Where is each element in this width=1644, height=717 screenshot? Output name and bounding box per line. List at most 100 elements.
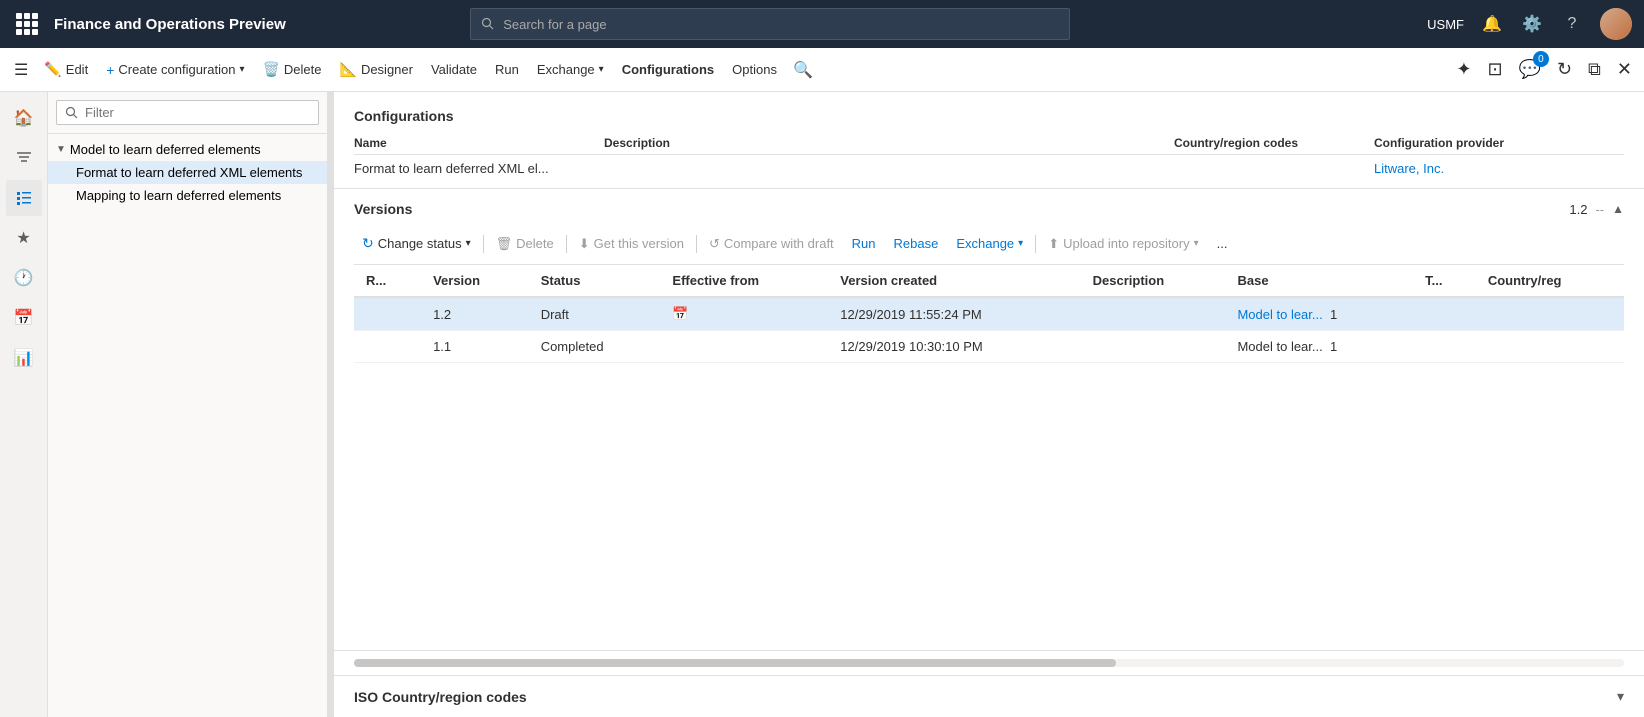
delete-button[interactable]: 🗑️ Delete <box>254 57 329 82</box>
search-icon <box>481 17 495 31</box>
close-button[interactable]: ✕ <box>1613 55 1636 84</box>
settings-gear-icon[interactable]: ⚙️ <box>1520 12 1544 36</box>
upload-chevron-icon: ▾ <box>1194 238 1199 249</box>
tree-selected-label: Format to learn deferred XML elements <box>76 165 319 180</box>
get-version-button[interactable]: ⬇ Get this version <box>571 232 692 256</box>
main-layout: 🏠 ★ 🕐 📅 📊 <box>0 92 1644 717</box>
versions-header: Versions 1.2 -- ▲ <box>354 201 1624 217</box>
vtb-separator-4 <box>1035 235 1036 253</box>
col-version-created: Version created <box>828 265 1080 297</box>
change-status-button[interactable]: ↻ Change status ▾ <box>354 231 479 256</box>
cell-status-2: Completed <box>529 331 661 363</box>
exchange-button[interactable]: Exchange ▾ <box>529 58 612 81</box>
list-icon-button[interactable] <box>6 180 42 216</box>
tree-child-item[interactable]: Mapping to learn deferred elements <box>48 184 327 207</box>
calendar-cell-icon[interactable]: 📅 <box>672 306 688 321</box>
avatar-image <box>1600 8 1632 40</box>
view-button[interactable]: ⊡ <box>1483 55 1506 84</box>
edit-button[interactable]: ✏️ Edit <box>36 57 96 82</box>
version-dash: -- <box>1595 202 1604 217</box>
create-config-chevron-icon: ▾ <box>239 64 244 75</box>
app-title: Finance and Operations Preview <box>54 16 286 33</box>
versions-run-button[interactable]: Run <box>844 232 884 255</box>
description-field-header: Description <box>604 136 1174 155</box>
validate-button[interactable]: Validate <box>423 58 485 81</box>
col-r: R... <box>354 265 421 297</box>
tree-root-chevron-icon: ▼ <box>56 144 66 155</box>
table-row[interactable]: 1.2 Draft 📅 12/29/2019 11:55:24 PM Model… <box>354 297 1624 331</box>
grid-icon <box>16 13 38 35</box>
vtb-separator-3 <box>696 235 697 253</box>
cell-created-1: 12/29/2019 11:55:24 PM <box>828 297 1080 331</box>
cell-t-1 <box>1413 297 1476 331</box>
col-status: Status <box>529 265 661 297</box>
change-status-chevron-icon: ▾ <box>466 238 471 249</box>
cell-created-2: 12/29/2019 10:30:10 PM <box>828 331 1080 363</box>
avatar[interactable] <box>1600 8 1632 40</box>
filter-area <box>48 92 327 134</box>
configurations-button[interactable]: Configurations <box>614 58 722 81</box>
versions-collapse-icon[interactable]: ▲ <box>1612 202 1624 216</box>
run-button[interactable]: Run <box>487 58 527 81</box>
calendar-icon-button[interactable]: 📅 <box>6 300 42 336</box>
star-sidebar-icon-button[interactable]: ★ <box>6 220 42 256</box>
scroll-track[interactable] <box>354 659 1624 667</box>
col-country: Country/reg <box>1476 265 1624 297</box>
star-button[interactable]: ✦ <box>1452 55 1475 84</box>
designer-button[interactable]: 📐 Designer <box>332 57 421 82</box>
versions-delete-button[interactable]: 🗑 Delete <box>488 232 562 256</box>
help-question-icon[interactable]: ? <box>1560 12 1584 36</box>
versions-toolbar: ↻ Change status ▾ 🗑 Delete ⬇ Get this ve… <box>354 227 1624 265</box>
filter-icon-button[interactable] <box>6 140 42 176</box>
provider-field-value[interactable]: Litware, Inc. <box>1374 155 1624 176</box>
left-panel: ▼ Model to learn deferred elements Forma… <box>48 92 328 717</box>
tree-root-label: Model to learn deferred elements <box>70 142 319 157</box>
tree-root-item[interactable]: ▼ Model to learn deferred elements <box>48 138 327 161</box>
horizontal-scrollbar <box>334 650 1644 675</box>
base-num-1: 1 <box>1330 307 1337 322</box>
search-bar[interactable]: Search for a page <box>470 8 1070 40</box>
versions-exchange-button[interactable]: Exchange ▾ <box>948 232 1031 255</box>
iso-section[interactable]: ISO Country/region codes ▾ <box>334 675 1644 717</box>
clock-icon-button[interactable]: 🕐 <box>6 260 42 296</box>
base-link-1[interactable]: Model to lear... <box>1237 307 1322 322</box>
cell-effective-2 <box>660 331 828 363</box>
refresh-button[interactable]: ↻ <box>1553 55 1576 84</box>
top-nav-right: USMF 🔔 ⚙️ ? <box>1427 8 1632 40</box>
col-base: Base <box>1225 265 1413 297</box>
cell-effective-1: 📅 <box>660 297 828 331</box>
hamburger-button[interactable]: ☰ <box>8 56 34 84</box>
rebase-button[interactable]: Rebase <box>886 232 947 255</box>
col-effective-from: Effective from <box>660 265 828 297</box>
designer-icon: 📐 <box>340 61 357 78</box>
search-toolbar-icon: 🔍 <box>793 60 813 80</box>
create-configuration-button[interactable]: + Create configuration ▾ <box>98 58 252 82</box>
col-version: Version <box>421 265 529 297</box>
tree-child-label: Mapping to learn deferred elements <box>76 188 319 203</box>
configurations-title: Configurations <box>354 108 1624 124</box>
notification-bell-icon[interactable]: 🔔 <box>1480 12 1504 36</box>
home-icon-button[interactable]: 🏠 <box>6 100 42 136</box>
options-button[interactable]: Options <box>724 58 785 81</box>
hamburger-menu-button[interactable] <box>12 9 42 39</box>
more-options-button[interactable]: ... <box>1209 232 1236 255</box>
iso-title: ISO Country/region codes <box>354 689 527 705</box>
versions-delete-icon: 🗑 <box>496 236 513 252</box>
upload-repository-button[interactable]: ⬆ Upload into repository ▾ <box>1040 232 1206 256</box>
versions-table-header: R... Version Status Effective from Versi… <box>354 265 1624 297</box>
restore-button[interactable]: ⧉ <box>1584 55 1605 84</box>
search-toolbar-button[interactable]: 🔍 <box>787 56 819 84</box>
main-toolbar: ☰ ✏️ Edit + Create configuration ▾ 🗑️ De… <box>0 48 1644 92</box>
table-row[interactable]: 1.1 Completed 12/29/2019 10:30:10 PM Mod… <box>354 331 1624 363</box>
scroll-thumb[interactable] <box>354 659 1116 667</box>
country-field-value <box>1174 155 1374 176</box>
tree-container: ▼ Model to learn deferred elements Forma… <box>48 134 327 717</box>
versions-table-header-row: R... Version Status Effective from Versi… <box>354 265 1624 297</box>
country-field-header: Country/region codes <box>1174 136 1374 155</box>
tree-selected-item[interactable]: Format to learn deferred XML elements <box>48 161 327 184</box>
versions-controls: 1.2 -- ▲ <box>1569 202 1624 217</box>
compare-draft-button[interactable]: ↺ Compare with draft <box>701 232 842 256</box>
version-number: 1.2 <box>1569 202 1587 217</box>
graph-icon-button[interactable]: 📊 <box>6 340 42 376</box>
filter-input[interactable] <box>56 100 319 125</box>
